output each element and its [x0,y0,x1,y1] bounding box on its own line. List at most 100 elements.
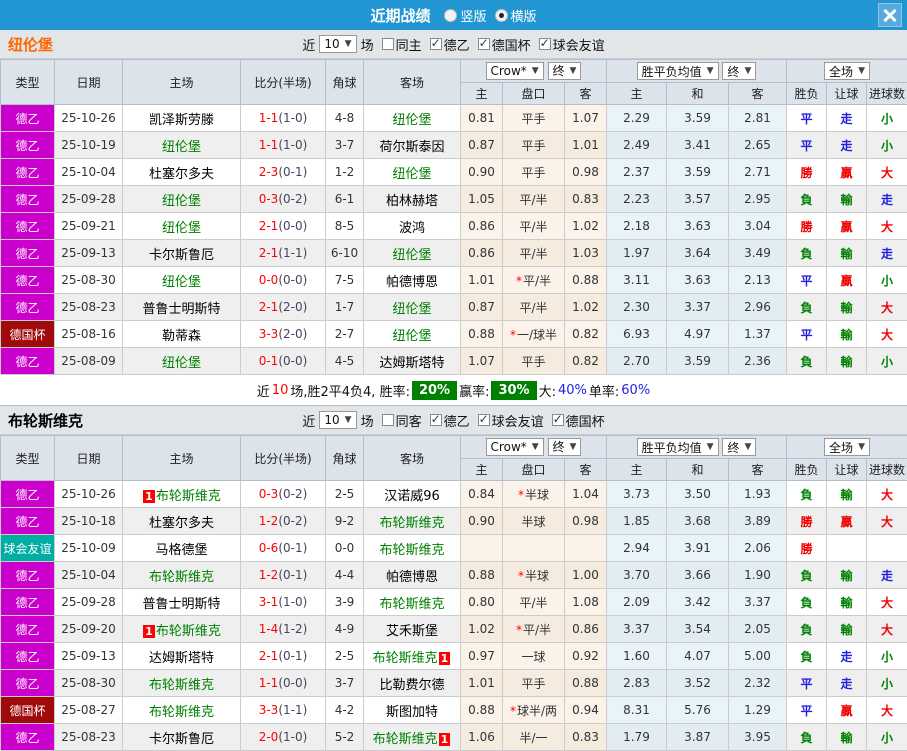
layout-option-horizontal[interactable]: 横版 [494,6,537,25]
subcol-goals: 进球数 [866,458,907,481]
checkbox-icon[interactable] [381,38,394,50]
euro-draw-odds-cell: 3.63 [666,266,730,294]
team-name-text: 布轮斯维克 [372,650,438,666]
home-team-cell: 马格德堡 [122,534,241,562]
euro-draw-odds-cell: 3.41 [666,131,730,159]
score-cell: 0-0(0-0) [240,266,326,294]
corner-score-cell: 9-2 [325,507,364,535]
asian-away-odds-cell: 1.02 [563,293,608,321]
euro-odds-select[interactable]: 胜平负均值 ▼ [636,438,719,456]
home-team-cell: 勒蒂森 [122,320,241,348]
corner-score-cell: 3-7 [325,669,364,697]
euro-draw-odds-cell: 3.68 [666,507,730,535]
home-team-cell: 纽伦堡 [122,212,241,240]
asian-final-select[interactable]: 终 ▼ [547,437,582,456]
team-name-text: 马格德堡 [155,542,208,558]
home-team-cell: 纽伦堡 [122,185,241,213]
filter-same-home[interactable]: 同主 [381,35,422,54]
corner-score-cell: 4-9 [325,615,364,643]
team-name-text: 布轮斯维克 [148,704,214,720]
team-name-text: 纽伦堡 [392,112,432,128]
winloss-result-cell: 勝 [786,212,828,240]
corner-score-cell: 6-10 [325,239,364,267]
checkbox-icon[interactable] [551,412,564,426]
match-count-select[interactable]: 10 ▼ [319,411,357,429]
radio-checked-icon[interactable] [494,8,508,22]
team-2-results-table: 类型 日期 主场 比分(半场) 角球 客场 Crow* ▼ 终 ▼ 胜平负均值 ▼ 终… [0,435,907,751]
goals-result-cell: 小 [866,723,907,751]
checkbox-icon[interactable] [429,36,442,50]
chevron-down-icon: ▼ [858,66,865,76]
home-team-cell: 布轮斯维克 [122,669,241,697]
checkbox-icon[interactable] [429,412,442,426]
layout-option-vertical[interactable]: 竖版 [444,6,487,25]
euro-final-select[interactable]: 终 ▼ [722,62,757,80]
bookmaker-select[interactable]: Crow* ▼ [485,62,544,81]
match-type-cell: 德乙 [0,588,55,616]
scope-select[interactable]: 全场 ▼ [824,62,870,80]
euro-home-odds-cell: 1.60 [606,642,668,670]
euro-draw-odds-cell: 3.54 [666,615,730,643]
score-cell: 1-1(1-0) [240,104,326,132]
match-type-cell: 德乙 [0,131,55,159]
match-row: 德乙 25-08-23 普鲁士明斯特 2-1(2-0) 1-7 纽伦堡 0.87 平/半 1.0… [0,293,907,321]
near-label: 近 [302,38,316,54]
euro-away-odds-cell: 2.32 [728,669,788,697]
score-cell: 0-6(0-1) [240,534,326,562]
away-team-cell: 布轮斯维克 [363,507,461,535]
radio-unchecked-icon[interactable] [444,8,458,22]
close-button[interactable] [878,3,902,27]
asian-line-cell: 平/半 [502,588,565,616]
checkbox-icon[interactable] [538,36,551,50]
filter-league-2[interactable]: 球会友谊 [477,411,544,430]
filter-league-2[interactable]: 德国杯 [477,35,531,54]
euro-draw-odds-cell: 3.91 [666,534,730,562]
away-team-cell: 布轮斯维克 1 [363,642,461,670]
asian-away-odds-cell: 1.02 [563,212,608,240]
match-count-select[interactable]: 10 ▼ [319,35,357,53]
chevron-down-icon: ▼ [531,66,539,77]
corner-score-cell: 6-1 [325,185,364,213]
filter-league-3[interactable]: 球会友谊 [538,35,605,54]
checkbox-icon[interactable] [477,36,490,50]
bookmaker-select[interactable]: Crow* ▼ [485,438,544,457]
checkbox-icon[interactable] [381,414,394,426]
euro-home-odds-cell: 2.94 [606,534,668,562]
score-cell: 2-1(0-1) [240,642,326,670]
asian-line-cell [502,534,565,562]
col-header-away: 客场 [363,435,461,481]
filter-same-away[interactable]: 同客 [381,411,422,430]
filter-league-1[interactable]: 德乙 [429,411,470,430]
match-row: 德国杯 25-08-16 勒蒂森 3-3(2-0) 2-7 纽伦堡 0.88 *一/球半 0.8… [0,320,907,348]
euro-final-select[interactable]: 终 ▼ [722,438,757,456]
euro-away-odds-cell: 1.93 [728,480,788,508]
home-team-cell: 1 布轮斯维克 [122,615,241,643]
euro-odds-select[interactable]: 胜平负均值 ▼ [636,62,719,80]
match-date-cell: 25-10-19 [54,131,123,159]
asian-final-select[interactable]: 终 ▼ [547,61,582,80]
asian-home-odds-cell: 1.07 [460,347,503,375]
team-name-text: 卡尔斯鲁厄 [148,247,214,263]
euro-home-odds-cell: 1.79 [606,723,668,751]
checkbox-icon[interactable] [477,412,490,426]
filter-league-3[interactable]: 德国杯 [551,411,605,430]
chevron-down-icon: ▼ [858,442,865,452]
score-cell: 2-0(1-0) [240,723,326,751]
scope-select[interactable]: 全场 ▼ [824,438,870,456]
team-name-text: 纽伦堡 [392,247,432,263]
asian-line-cell: 平手 [502,131,565,159]
asian-home-odds-cell: 0.87 [460,131,503,159]
score-cell: 2-3(0-1) [240,158,326,186]
team-name-text: 帕德博恩 [385,274,438,290]
handicap-result-cell: 輸 [826,347,868,375]
filter-league-1[interactable]: 德乙 [429,35,470,54]
score-cell: 0-1(0-0) [240,347,326,375]
home-team-cell: 杜塞尔多夫 [122,158,241,186]
winloss-result-cell: 負 [786,185,828,213]
winloss-result-cell: 平 [786,696,828,724]
winloss-result-cell: 負 [786,615,828,643]
corner-score-cell: 4-4 [325,561,364,589]
handicap-result-cell: 輸 [826,588,868,616]
asian-home-odds-cell: 0.84 [460,480,503,508]
away-team-cell: 波鸿 [363,212,461,240]
